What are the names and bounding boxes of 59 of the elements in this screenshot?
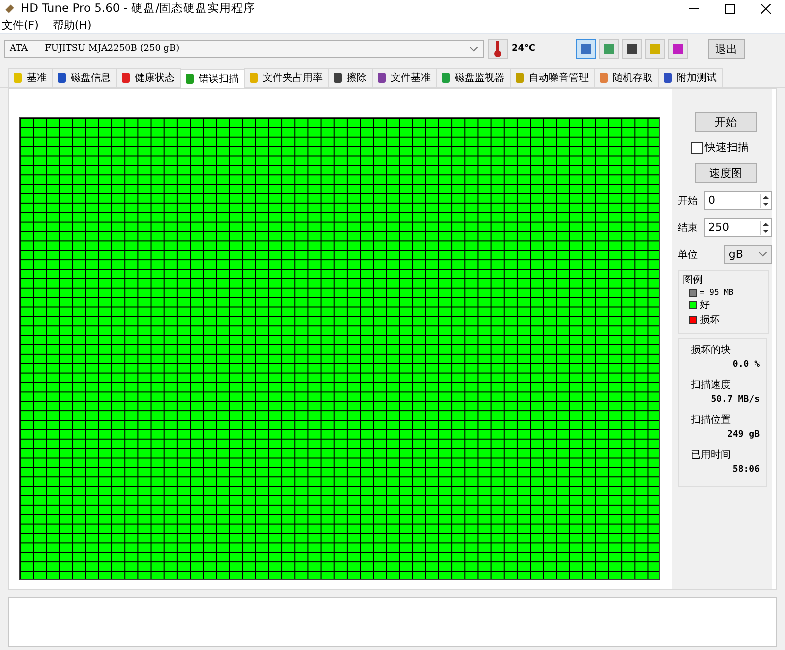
square-icon bbox=[579, 42, 593, 56]
square-icon bbox=[671, 42, 685, 56]
maximize-icon[interactable] bbox=[725, 4, 735, 14]
stat-value: 249 gB bbox=[726, 430, 760, 440]
tab-icon bbox=[598, 72, 610, 84]
unit-select[interactable]: gB bbox=[724, 245, 772, 264]
legend-label: 好 bbox=[700, 299, 710, 312]
stat-label: 扫描位置 bbox=[691, 414, 732, 427]
start-field[interactable]: 0 bbox=[704, 191, 772, 210]
spin-arrows-icon[interactable] bbox=[760, 194, 771, 208]
tab-icon bbox=[120, 72, 132, 84]
tab-icon bbox=[184, 72, 196, 84]
square-icon bbox=[625, 42, 639, 56]
legend-label: 损坏 bbox=[700, 314, 720, 327]
legend-title: 图例 bbox=[683, 274, 704, 287]
caret-icon bbox=[759, 252, 767, 257]
stat-label: 扫描速度 bbox=[691, 378, 732, 392]
tab[interactable]: 错误扫描 bbox=[180, 69, 245, 88]
toolbar-button[interactable] bbox=[576, 39, 596, 59]
square-icon bbox=[602, 42, 616, 56]
tab-icon bbox=[248, 72, 260, 84]
tab-icon bbox=[56, 72, 68, 84]
toolbar-button[interactable] bbox=[668, 39, 688, 59]
stat-label: 已用时间 bbox=[691, 448, 732, 462]
checkbox[interactable] bbox=[691, 142, 703, 154]
exit-button[interactable]: 退出 bbox=[708, 39, 745, 59]
stat-value: 0.0 % bbox=[732, 360, 760, 370]
toolbar-button[interactable] bbox=[622, 39, 642, 59]
caret-icon bbox=[470, 46, 478, 52]
stat-label: 损坏的块 bbox=[691, 344, 732, 357]
close-icon[interactable] bbox=[761, 4, 771, 14]
tab-icon bbox=[376, 72, 388, 84]
stat-value: 50.7 MB/s bbox=[710, 395, 760, 405]
temperature-reading: 24℃ bbox=[512, 44, 536, 54]
tab[interactable]: 附加测试 bbox=[658, 68, 723, 87]
menu-item[interactable]: 帮助(H) bbox=[52, 18, 92, 32]
window-title: HD Tune Pro 5.60 - 硬盘/固态硬盘实用程序 bbox=[21, 1, 256, 16]
end-field[interactable]: 250 bbox=[704, 218, 772, 237]
checkbox-label: 快速扫描 bbox=[705, 140, 749, 155]
tab-icon bbox=[12, 72, 24, 84]
temperature-button[interactable] bbox=[488, 39, 508, 59]
spin-arrows-icon[interactable] bbox=[760, 220, 771, 234]
tab-icon bbox=[662, 72, 674, 84]
app-icon bbox=[4, 2, 16, 14]
stat-value: 58:06 bbox=[732, 465, 760, 475]
field-label: 单位 bbox=[678, 248, 699, 262]
thermometer-icon bbox=[494, 40, 502, 58]
square-icon bbox=[648, 42, 662, 56]
drive-select[interactable]: ATA FUJITSU MJA2250B (250 gB) bbox=[4, 40, 484, 58]
legend-label: = 95 MB bbox=[700, 288, 734, 297]
start-button[interactable]: 开始 bbox=[695, 112, 757, 132]
tab-icon bbox=[514, 72, 526, 84]
tab-icon bbox=[440, 72, 452, 84]
speed-map-button[interactable]: 速度图 bbox=[695, 163, 757, 183]
tab[interactable]: 基准 bbox=[8, 68, 53, 87]
menu-item[interactable]: 文件(F) bbox=[2, 18, 39, 32]
field-label: 开始 bbox=[678, 194, 699, 208]
field-label: 结束 bbox=[678, 222, 699, 234]
tab-icon bbox=[332, 72, 344, 84]
